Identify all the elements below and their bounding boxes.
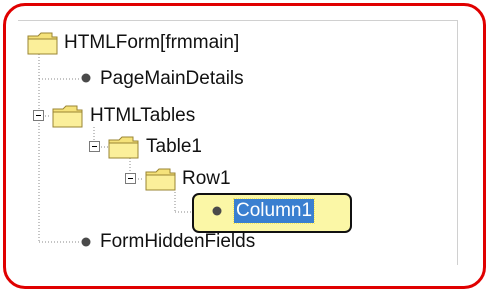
folder-icon <box>27 32 58 55</box>
folder-icon <box>108 136 139 159</box>
collapse-icon[interactable] <box>125 173 136 184</box>
folder-icon <box>145 168 176 191</box>
tree-node-column1[interactable]: Column1 <box>232 198 316 224</box>
tree-node-form-hidden-fields[interactable]: FormHiddenFields <box>100 230 255 254</box>
collapse-icon[interactable] <box>33 110 44 121</box>
tree-node-table1[interactable]: Table1 <box>146 135 202 159</box>
tree-node-root[interactable]: HTMLForm[frmmain] <box>64 31 239 55</box>
tree-node-page-main-details[interactable]: PageMainDetails <box>100 67 244 91</box>
tree-node-html-tables[interactable]: HTMLTables <box>90 104 195 128</box>
bullet-icon <box>81 73 91 83</box>
collapse-icon[interactable] <box>89 141 100 152</box>
bullet-icon <box>81 237 91 247</box>
tree-view[interactable]: HTMLForm[frmmain] PageMainDetails HTMLTa… <box>18 20 458 265</box>
folder-icon <box>52 105 83 128</box>
bullet-icon <box>212 206 222 216</box>
tree-node-row1[interactable]: Row1 <box>182 167 231 191</box>
